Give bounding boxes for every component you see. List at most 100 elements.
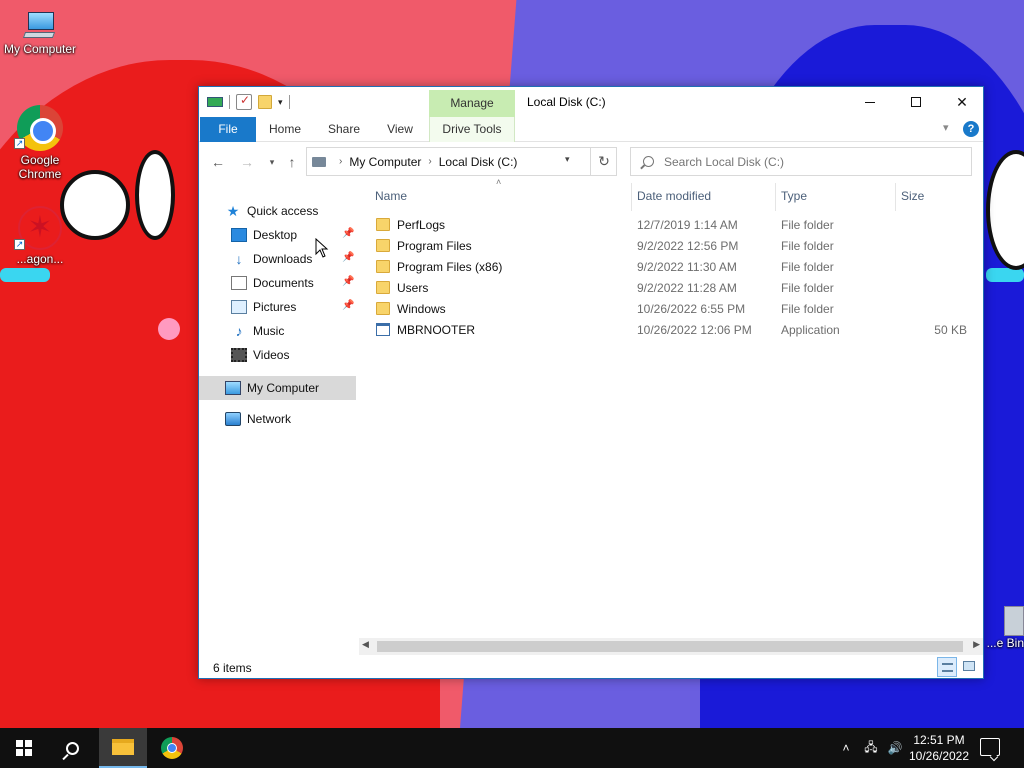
file-row[interactable]: PerfLogs 12/7/2019 1:14 AM File folder [375,215,975,236]
file-name: PerfLogs [397,218,446,232]
pin-icon[interactable]: 📌 [342,228,354,239]
minimize-button[interactable] [847,87,893,117]
pin-icon[interactable]: 📌 [342,300,354,311]
new-folder-icon[interactable] [258,95,272,109]
file-date-modified: 9/2/2022 11:30 AM [637,260,737,274]
clock-time: 12:51 PM [913,733,965,747]
tab-drive-tools[interactable]: Drive Tools [429,117,515,142]
column-header-name[interactable]: Name [375,189,407,207]
volume-tray-button[interactable]: 🔊 [884,728,906,768]
file-row[interactable]: Program Files (x86) 9/2/2022 11:30 AM Fi… [375,257,975,278]
customize-toolbar-icon[interactable]: ▾ [278,97,283,108]
pin-icon[interactable]: 📌 [342,276,354,287]
nav-item-label: Downloads [253,252,313,266]
folder-icon [376,239,390,252]
status-item-count: 6 items [213,661,252,675]
folder-icon [376,260,390,273]
chevron-up-icon: ˄ [842,741,850,755]
nav-item-pictures[interactable]: Pictures 📌 [199,295,356,319]
nav-item-documents[interactable]: Documents 📌 [199,271,356,295]
search-icon [643,156,654,167]
taskbar-file-explorer[interactable] [99,728,147,768]
tab-share[interactable]: Share [321,117,367,142]
back-arrow-icon: ← [211,154,225,170]
scrollbar-thumb[interactable] [377,641,963,652]
nav-item-quick-access[interactable]: ★ Quick access [199,199,356,223]
pin-icon[interactable]: 📌 [342,252,354,263]
nav-item-downloads[interactable]: ↓ Downloads 📌 [199,247,356,271]
forward-button[interactable]: → [237,152,257,172]
column-header-type[interactable]: Type [774,183,807,211]
file-date-modified: 10/26/2022 6:55 PM [637,302,746,316]
nav-item-my-computer[interactable]: My Computer [199,376,356,400]
desktop-icon-my-computer[interactable]: My Computer [0,10,80,56]
nav-item-label: Documents [253,276,314,290]
clock[interactable]: 12:51 PM 10/26/2022 [905,732,973,764]
tab-home[interactable]: Home [261,117,309,142]
file-row[interactable]: Program Files 9/2/2022 12:56 PM File fol… [375,236,975,257]
wallpaper-tear [0,268,50,282]
taskbar: ˄ 🖧 🔊 12:51 PM 10/26/2022 [0,728,1024,768]
desktop-icon-google-chrome[interactable]: ↗ Google Chrome [0,105,80,181]
column-header-date-modified[interactable]: Date modified [630,183,711,211]
back-button[interactable]: ← [208,152,228,172]
start-button[interactable] [0,728,48,768]
desktop-icon-dragon[interactable]: ↗ ...agon... [0,206,80,266]
nav-item-label: Pictures [253,300,297,314]
videos-icon [231,348,247,362]
taskbar-chrome[interactable] [148,728,196,768]
nav-item-music[interactable]: ♪ Music [199,319,356,343]
file-row[interactable]: Users 9/2/2022 11:28 AM File folder [375,278,975,299]
file-type: File folder [781,302,834,316]
tab-file[interactable]: File [200,117,256,142]
large-icons-view-button[interactable] [959,657,979,677]
search-box[interactable] [630,147,972,176]
computer-icon [22,10,58,40]
expand-ribbon-icon[interactable]: ▾ [943,121,949,134]
nav-item-desktop[interactable]: Desktop 📌 [199,223,356,247]
scroll-right-icon[interactable]: ▶ [973,639,980,650]
horizontal-scrollbar[interactable]: ◀ ▶ [359,638,983,655]
search-input[interactable] [664,154,954,169]
file-row[interactable]: MBRNOOTER 10/26/2022 12:06 PM Applicatio… [375,320,975,341]
notification-center-icon[interactable] [980,738,1000,756]
refresh-button[interactable]: ↻ [590,148,617,175]
close-button[interactable]: ✕ [939,87,985,117]
scroll-left-icon[interactable]: ◀ [362,639,369,650]
taskbar-search-button[interactable] [48,728,96,768]
file-row[interactable]: Windows 10/26/2022 6:55 PM File folder [375,299,975,320]
sort-ascending-icon: ˄ [496,177,502,187]
address-history-icon[interactable]: ▾ [565,154,570,165]
tab-view[interactable]: View [379,117,421,142]
details-view-icon [942,663,953,672]
address-bar[interactable]: › My Computer › Local Disk (C:) ▾ ↻ [306,147,617,176]
documents-icon [231,276,247,290]
show-hidden-icons-button[interactable]: ˄ [836,728,856,768]
file-type: File folder [781,260,834,274]
recent-locations-button[interactable]: ▾ [262,152,282,172]
title-bar[interactable]: ▾ Manage Local Disk (C:) ✕ [199,87,983,117]
column-header-size[interactable]: Size [894,183,924,211]
nav-item-videos[interactable]: Videos [199,343,356,367]
shortcut-arrow-icon: ↗ [14,239,25,250]
properties-icon[interactable] [236,93,252,110]
explorer-app-icon[interactable] [207,94,223,110]
file-list: ˄ Name Date modified Type Size PerfLogs … [369,177,981,631]
chrome-icon [161,737,183,759]
file-name: Program Files [397,239,472,253]
nav-item-network[interactable]: Network [199,407,356,431]
up-button[interactable]: ↑ [282,152,302,172]
clock-date: 10/26/2022 [908,749,970,763]
breadcrumb-local-disk[interactable]: Local Disk (C:) [439,155,518,169]
network-tray-button[interactable]: 🖧 [860,728,882,768]
volume-icon: 🔊 [887,741,903,755]
large-icons-view-icon [963,661,975,671]
nav-item-label: My Computer [247,381,320,395]
help-icon[interactable]: ? [963,121,979,137]
drive-icon [312,156,326,167]
details-view-button[interactable] [937,657,957,677]
desktop-icon-label: Google Chrome [18,153,62,181]
breadcrumb-my-computer[interactable]: My Computer [349,155,421,169]
maximize-button[interactable] [893,87,939,117]
star-icon: ★ [226,203,240,219]
